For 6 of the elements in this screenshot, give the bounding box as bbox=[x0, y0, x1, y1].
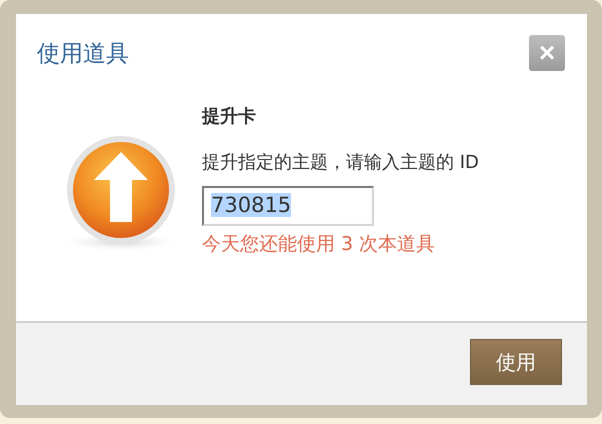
dialog-title: 使用道具 bbox=[37, 40, 129, 68]
remaining-uses-text: 今天您还能使用 3 次本道具 bbox=[202, 232, 436, 257]
use-button[interactable]: 使用 bbox=[470, 339, 562, 385]
topic-id-field[interactable]: 730815 bbox=[202, 186, 374, 226]
item-description: 提升指定的主题，请输入主题的 ID bbox=[202, 151, 479, 174]
item-name: 提升卡 bbox=[202, 105, 256, 128]
